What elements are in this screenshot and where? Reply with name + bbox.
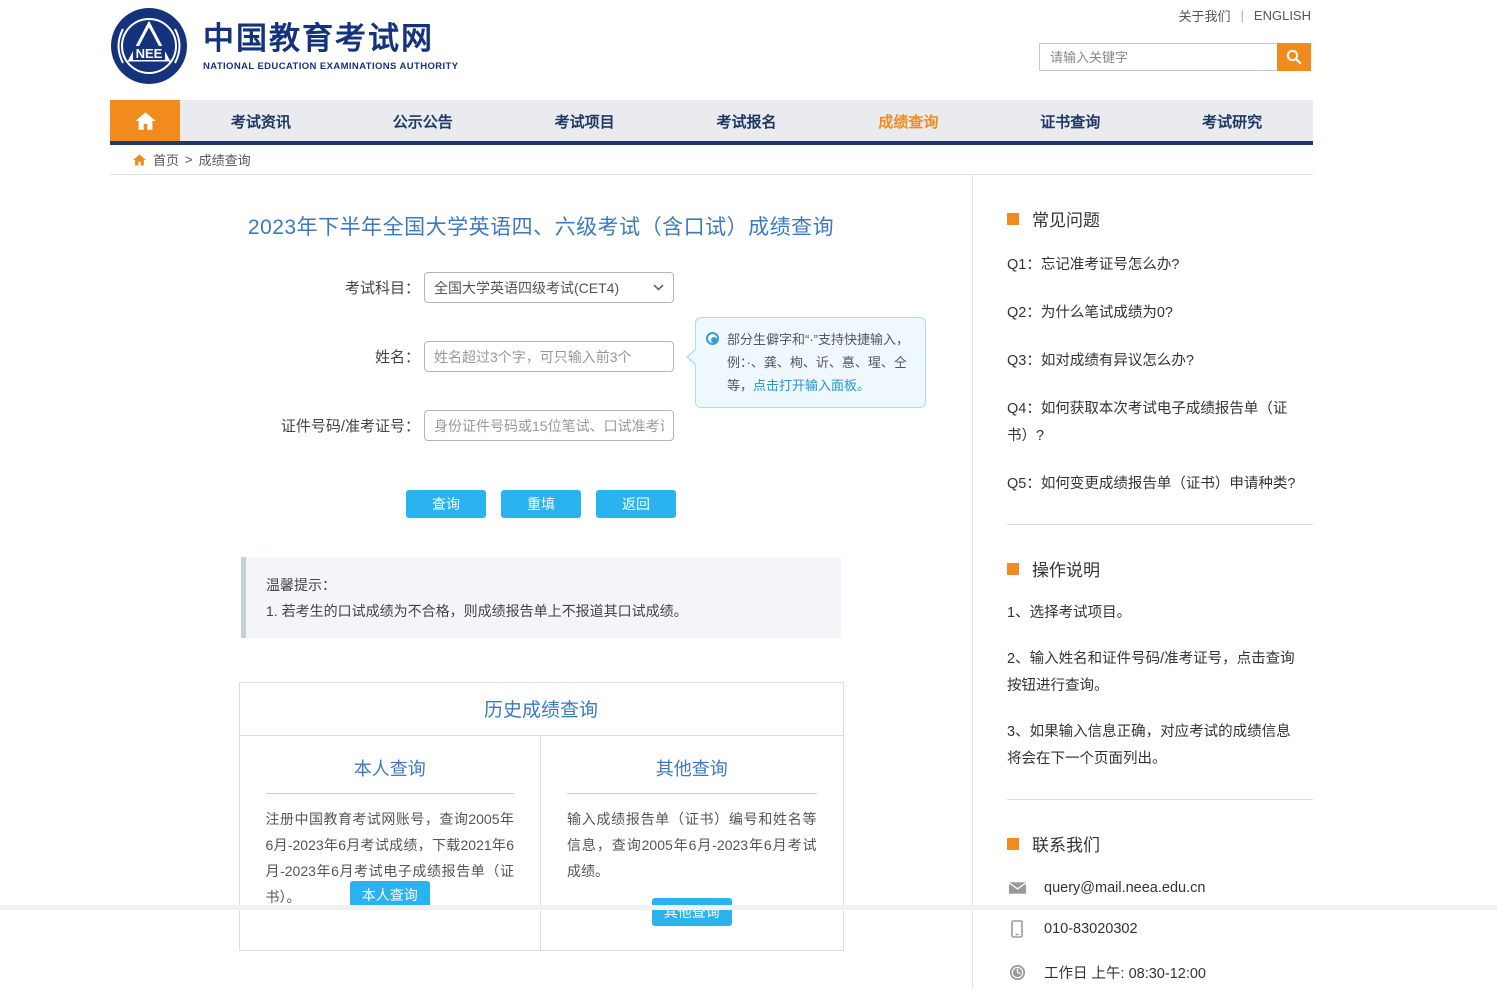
breadcrumb-separator: > <box>185 152 193 167</box>
self-query-column: 本人查询 注册中国教育考试网账号，查询2005年6月-2023年6月考试成绩，下… <box>240 736 542 950</box>
top-links: 关于我们 | ENGLISH <box>1179 6 1311 25</box>
other-query-column: 其他查询 输入成绩报告单（证书）编号和姓名等信息，查询2005年6月-2023年… <box>541 736 843 950</box>
breadcrumb-home-link[interactable]: 首页 <box>153 150 179 169</box>
faq-section: 常见问题 Q1：忘记准考证号怎么办? Q2：为什么笔试成绩为0? Q3：如对成绩… <box>1007 206 1313 525</box>
page: NEE 中国教育考试网 NATIONAL EDUCATION EXAMINATI… <box>0 0 1497 910</box>
contact-hours: 工作日 上午: 08:30-12:00 <box>1044 962 1206 983</box>
contact-hours-row: 工作日 上午: 08:30-12:00 <box>1007 962 1311 983</box>
nav-item-score-query[interactable]: 成绩查询 <box>827 100 989 141</box>
back-button[interactable]: 返回 <box>596 490 676 518</box>
contact-phone-row: 010-83020302 <box>1007 920 1311 938</box>
nav-item-announcements[interactable]: 公示公告 <box>342 100 504 141</box>
search-button[interactable] <box>1277 43 1311 71</box>
other-query-heading: 其他查询 <box>567 755 817 781</box>
contact-email-row: query@mail.neea.edu.cn <box>1007 880 1311 896</box>
site-header: NEE 中国教育考试网 NATIONAL EDUCATION EXAMINATI… <box>110 0 1313 100</box>
nav-item-exam-registration[interactable]: 考试报名 <box>666 100 828 141</box>
contact-title: 联系我们 <box>1032 831 1100 856</box>
search-bar <box>1039 43 1311 71</box>
site-title: 中国教育考试网 <box>203 20 458 57</box>
contact-section: 联系我们 query@mail.neea.edu.cn <box>1007 831 1313 989</box>
query-button[interactable]: 查询 <box>406 490 486 518</box>
tips-item: 1. 若考生的口试成绩为不合格，则成绩报告单上不报道其口试成绩。 <box>266 598 821 624</box>
section-bullet-icon <box>1007 838 1019 850</box>
contact-email: query@mail.neea.edu.cn <box>1044 880 1205 896</box>
tips-title: 温馨提示： <box>266 572 821 598</box>
faq-item-q4[interactable]: Q4：如何获取本次考试电子成绩报告单（证书）? <box>1007 396 1311 450</box>
nav-item-certificate-query[interactable]: 证书查询 <box>989 100 1151 141</box>
nav-item-exam-news[interactable]: 考试资讯 <box>180 100 342 141</box>
other-query-text: 输入成绩报告单（证书）编号和姓名等信息，查询2005年6月-2023年6月考试成… <box>567 806 817 884</box>
search-icon <box>1285 48 1303 66</box>
footer-strip <box>0 905 1497 910</box>
instruction-step-2: 2、输入姓名和证件号码/准考证号，点击查询按钮进行查询。 <box>1007 646 1311 700</box>
site-logo[interactable]: NEE 中国教育考试网 NATIONAL EDUCATION EXAMINATI… <box>110 7 458 85</box>
main-nav: 考试资讯 公示公告 考试项目 考试报名 成绩查询 证书查询 考试研究 <box>110 100 1313 145</box>
id-number-input[interactable] <box>424 410 674 441</box>
site-subtitle: NATIONAL EDUCATION EXAMINATIONS AUTHORIT… <box>203 61 458 72</box>
rare-character-tooltip: 部分生僻字和“·”支持快捷输入，例：·、龚、栒、䜣、惪、瑆、仝等，点击打开输入面… <box>695 317 926 408</box>
search-input[interactable] <box>1039 43 1277 71</box>
subject-select[interactable]: 全国大学英语四级考试(CET4) <box>424 272 674 303</box>
instructions-title: 操作说明 <box>1032 556 1100 581</box>
history-title: 历史成绩查询 <box>240 683 843 736</box>
nav-item-exam-research[interactable]: 考试研究 <box>1151 100 1313 141</box>
neea-emblem-icon: NEE <box>110 7 188 85</box>
about-us-link[interactable]: 关于我们 <box>1179 6 1231 25</box>
self-query-heading: 本人查询 <box>266 755 515 781</box>
name-input[interactable] <box>424 341 674 372</box>
clock-icon <box>1009 964 1026 981</box>
main-content: 2023年下半年全国大学英语四、六级考试（含口试）成绩查询 考试科目： 全国大学… <box>110 175 973 989</box>
section-bullet-icon <box>1007 213 1019 225</box>
sidebar: 常见问题 Q1：忘记准考证号怎么办? Q2：为什么笔试成绩为0? Q3：如对成绩… <box>973 175 1313 989</box>
faq-item-q3[interactable]: Q3：如对成绩有异议怎么办? <box>1007 348 1311 375</box>
faq-title: 常见问题 <box>1032 206 1100 231</box>
faq-item-q5[interactable]: Q5：如何变更成绩报告单（证书）申请种类? <box>1007 471 1311 498</box>
faq-item-q2[interactable]: Q2：为什么笔试成绩为0? <box>1007 300 1311 327</box>
breadcrumb-current: 成绩查询 <box>199 150 251 169</box>
home-icon <box>134 110 157 132</box>
reset-button[interactable]: 重填 <box>501 490 581 518</box>
instructions-section: 操作说明 1、选择考试项目。 2、输入姓名和证件号码/准考证号，点击查询按钮进行… <box>1007 556 1313 800</box>
radio-selected-icon <box>706 332 719 345</box>
history-query-box: 历史成绩查询 本人查询 注册中国教育考试网账号，查询2005年6月-2023年6… <box>239 682 844 951</box>
name-label: 姓名： <box>110 346 424 367</box>
contact-phone: 010-83020302 <box>1044 921 1138 937</box>
subject-label: 考试科目： <box>110 277 424 298</box>
top-links-divider: | <box>1241 8 1244 23</box>
instruction-step-1: 1、选择考试项目。 <box>1007 600 1311 627</box>
faq-item-q1[interactable]: Q1：忘记准考证号怎么办? <box>1007 252 1311 279</box>
english-link[interactable]: ENGLISH <box>1254 8 1311 23</box>
breadcrumb-home-icon <box>132 153 147 167</box>
tips-box: 温馨提示： 1. 若考生的口试成绩为不合格，则成绩报告单上不报道其口试成绩。 <box>241 557 841 638</box>
other-query-button[interactable]: 其他查询 <box>652 898 732 926</box>
phone-icon <box>1011 920 1023 938</box>
breadcrumb: 首页 > 成绩查询 <box>110 145 1313 175</box>
nav-home-button[interactable] <box>110 100 180 141</box>
svg-text:NEE: NEE <box>136 46 163 61</box>
section-bullet-icon <box>1007 563 1019 575</box>
open-input-panel-link[interactable]: 点击打开输入面板。 <box>753 378 870 393</box>
nav-item-exam-programs[interactable]: 考试项目 <box>504 100 666 141</box>
id-number-label: 证件号码/准考证号： <box>110 415 424 436</box>
score-query-form: 考试科目： 全国大学英语四级考试(CET4) 姓名： <box>110 272 972 518</box>
instruction-step-3: 3、如果输入信息正确，对应考试的成绩信息将会在下一个页面列出。 <box>1007 719 1311 773</box>
mail-icon <box>1008 881 1027 895</box>
page-title: 2023年下半年全国大学英语四、六级考试（含口试）成绩查询 <box>110 211 972 241</box>
